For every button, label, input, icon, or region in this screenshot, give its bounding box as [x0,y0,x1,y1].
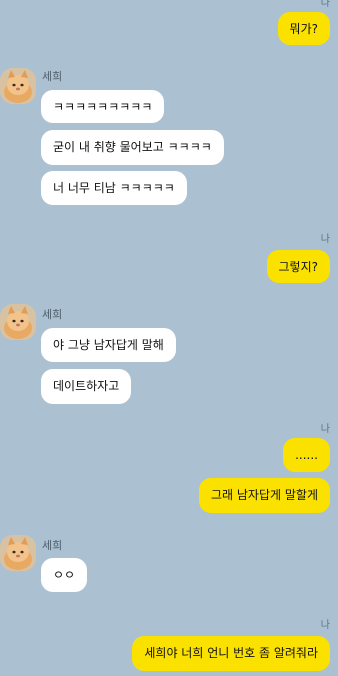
cat-avatar-icon[interactable] [0,68,36,104]
cat-avatar-icon[interactable] [0,535,36,571]
message-bubble-them[interactable]: ㅇㅇ [41,558,88,592]
me-label: 나 [320,620,330,631]
message-bubble-them[interactable]: ㅋㅋㅋㅋㅋㅋㅋㅋㅋ [41,90,165,123]
sender-name: 세희 [42,70,63,83]
message-bubble-me[interactable]: 뭐가? [277,12,330,45]
cat-avatar-icon[interactable] [0,304,36,340]
message-bubble-them[interactable]: 굳이 내 취향 물어보고 ㅋㅋㅋㅋ [41,130,224,165]
me-label: 나 [320,424,330,435]
sender-name: 세희 [42,539,63,552]
me-label: 나 [320,0,330,9]
message-bubble-them[interactable]: 데이트하자고 [41,369,132,404]
chat-room: 나 뭐가? 세희 ㅋㅋㅋㅋㅋㅋㅋㅋㅋ 굳이 내 취향 물어보고 ㅋㅋㅋㅋ 너 너… [0,0,338,676]
message-bubble-me[interactable]: 그렇지? [266,250,330,283]
message-bubble-me[interactable]: 세희야 너희 언니 번호 좀 알려줘라 [132,636,330,671]
sender-name: 세희 [42,308,63,321]
message-bubble-me[interactable]: 그래 남자답게 말할게 [199,478,330,513]
me-label: 나 [320,234,330,245]
message-bubble-me[interactable]: ...... [283,438,330,472]
message-bubble-them[interactable]: 야 그냥 남자답게 말해 [41,328,176,362]
message-bubble-them[interactable]: 너 너무 티남 ㅋㅋㅋㅋㅋ [41,171,187,205]
